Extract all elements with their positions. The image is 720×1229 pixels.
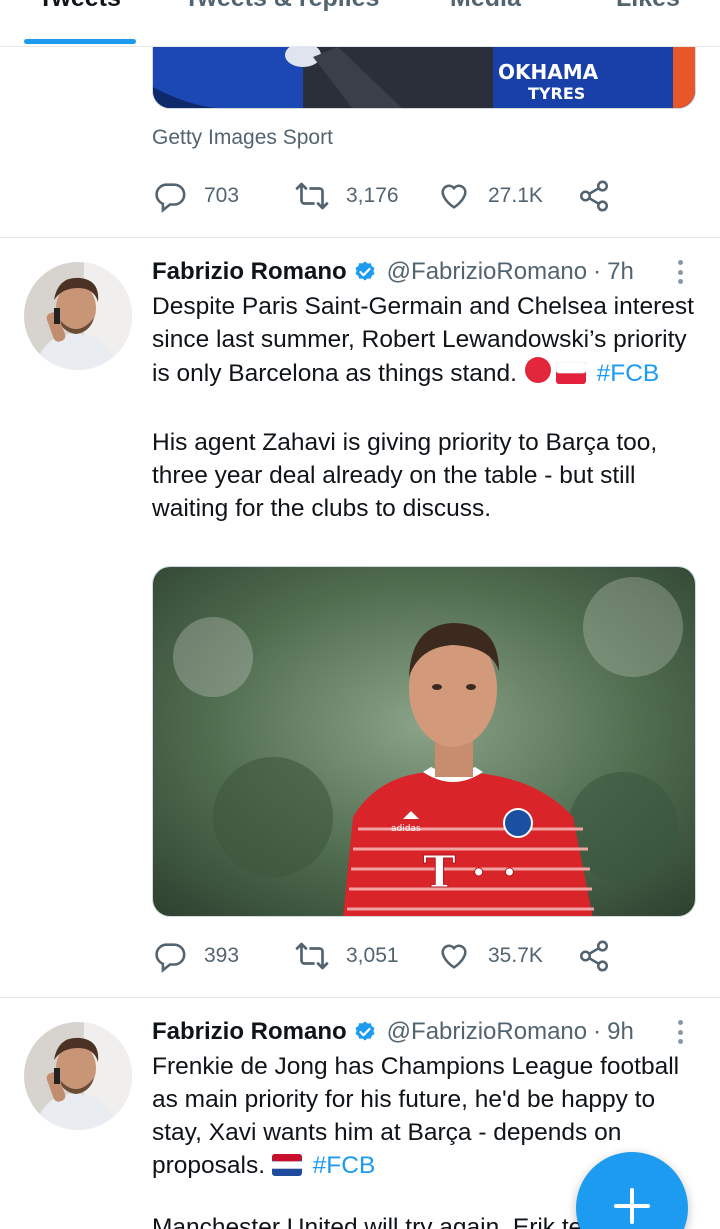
header-separator: · <box>593 258 602 285</box>
retweet-icon <box>294 178 330 214</box>
header-separator: · <box>593 1018 602 1045</box>
tweet-text-para2: His agent Zahavi is giving priority to B… <box>152 429 658 522</box>
profile-tabs: Tweets Tweets & replies Media Likes <box>0 0 720 47</box>
like-button[interactable]: 35.7K <box>436 936 543 976</box>
reply-count: 703 <box>204 184 240 207</box>
like-count: 27.1K <box>488 184 543 207</box>
poland-flag-icon <box>555 360 587 393</box>
jersey-sponsor: T · · <box>423 847 517 898</box>
verified-badge-icon <box>353 260 377 284</box>
share-button[interactable] <box>576 176 612 216</box>
tweet-time[interactable]: 7h <box>607 258 634 286</box>
tweet-actions: 393 3,051 35.7K <box>152 936 632 976</box>
tweet-divider <box>0 237 720 238</box>
share-icon <box>576 178 612 214</box>
retweet-button[interactable]: 3,051 <box>294 936 399 976</box>
reply-button[interactable]: 703 <box>152 176 239 216</box>
netherlands-flag-icon <box>271 1152 302 1185</box>
reply-icon <box>152 938 188 974</box>
like-count: 35.7K <box>488 944 543 967</box>
tweet-text-body: Frenkie de Jong has Champions League foo… <box>152 1053 680 1179</box>
svg-text:adidas: adidas <box>391 824 421 834</box>
author-handle[interactable]: @FabrizioRomano <box>387 258 587 286</box>
reply-button[interactable]: 393 <box>152 936 239 976</box>
tweet-photo[interactable]: adidas T · · <box>152 566 696 917</box>
share-button[interactable] <box>576 936 612 976</box>
tweet-text-continued: Manchester United will try again. Erik t… <box>152 1214 596 1229</box>
heart-icon <box>436 938 472 974</box>
tweet-time[interactable]: 9h <box>607 1018 634 1046</box>
like-button[interactable]: 27.1K <box>436 176 543 216</box>
reply-count: 393 <box>204 944 240 967</box>
tab-tweets-and-replies[interactable]: Tweets & replies <box>184 0 379 13</box>
author-handle[interactable]: @FabrizioRomano <box>387 1018 587 1046</box>
retweet-count: 3,176 <box>346 184 399 207</box>
tweet-divider <box>0 997 720 998</box>
red-circle-emoji-icon <box>524 356 552 393</box>
active-tab-indicator <box>24 39 136 44</box>
author-name[interactable]: Fabrizio Romano <box>152 1018 347 1046</box>
tweet-media-image[interactable]: OKHAMA TYRES <box>152 47 696 109</box>
plus-icon <box>612 1186 652 1229</box>
retweet-button[interactable]: 3,176 <box>294 176 399 216</box>
hashtag-link[interactable]: #FCB <box>597 360 660 387</box>
tweet-header: Fabrizio Romano @FabrizioRomano · 7h <box>152 256 634 288</box>
verified-badge-icon <box>353 1020 377 1044</box>
media-caption: Getty Images Sport <box>152 126 333 149</box>
tweet-actions: 703 3,176 27.1K <box>152 176 632 216</box>
heart-icon <box>436 178 472 214</box>
avatar[interactable] <box>24 262 132 370</box>
retweet-icon <box>294 938 330 974</box>
share-icon <box>576 938 612 974</box>
tab-media[interactable]: Media <box>450 0 521 13</box>
tab-tweets[interactable]: Tweets <box>38 0 121 13</box>
tweet-text: Despite Paris Saint-Germain and Chelsea … <box>152 290 700 525</box>
tab-likes[interactable]: Likes <box>616 0 680 13</box>
reply-icon <box>152 178 188 214</box>
tweet-header: Fabrizio Romano @FabrizioRomano · 9h <box>152 1016 634 1048</box>
retweet-count: 3,051 <box>346 944 399 967</box>
avatar[interactable] <box>24 1022 132 1130</box>
more-options-icon[interactable] <box>672 257 688 287</box>
sponsor-text-2: TYRES <box>528 84 585 103</box>
more-options-icon[interactable] <box>672 1017 688 1047</box>
sponsor-text-1: OKHAMA <box>498 60 599 84</box>
author-name[interactable]: Fabrizio Romano <box>152 258 347 286</box>
hashtag-link[interactable]: #FCB <box>313 1152 376 1179</box>
